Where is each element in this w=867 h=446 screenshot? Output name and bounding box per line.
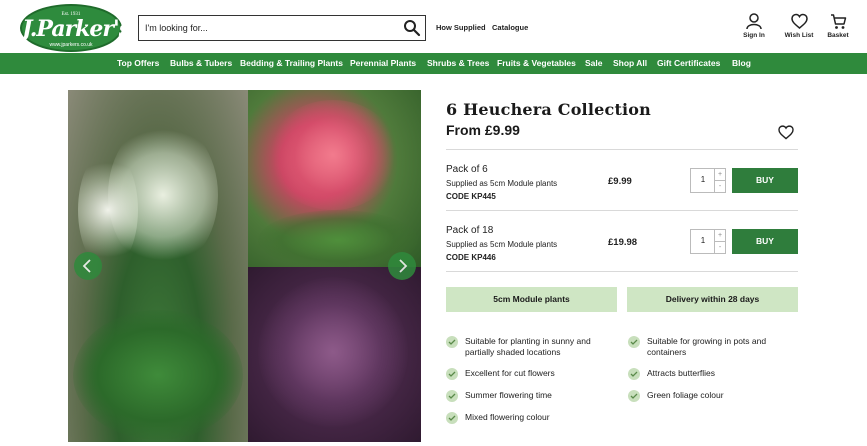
quantity-increase-button[interactable]: + (714, 230, 725, 242)
check-icon (446, 368, 458, 380)
logo-name: J.Parker's (22, 16, 131, 42)
feature-item: Excellent for cut flowers (446, 368, 616, 380)
nav-shop-all[interactable]: Shop All (613, 58, 647, 68)
feature-item: Attracts butterflies (628, 368, 798, 380)
product-image-gallery[interactable] (68, 90, 421, 442)
logo-url: www.jparkers.co.uk (49, 42, 93, 48)
feature-text: Attracts butterflies (647, 368, 716, 378)
wish-list-button[interactable]: Wish List (782, 13, 816, 39)
nav-fruits-vegetables[interactable]: Fruits & Vegetables (497, 58, 576, 68)
how-supplied-link[interactable]: How Supplied (436, 23, 486, 32)
quantity-value[interactable]: 1 (691, 236, 715, 245)
nav-bulbs-tubers[interactable]: Bulbs & Tubers (170, 58, 232, 68)
nav-top-offers[interactable]: Top Offers (117, 58, 159, 68)
divider (446, 149, 798, 150)
buy-button[interactable]: BUY (732, 229, 798, 254)
feature-text: Suitable for growing in pots and (647, 336, 767, 346)
feature-text: Summer flowering time (465, 390, 552, 400)
search-input[interactable] (139, 16, 389, 40)
chevron-left-icon (82, 259, 91, 273)
pack-option-6: Pack of 6 Supplied as 5cm Module plants … (446, 164, 798, 214)
basket-icon (830, 14, 846, 29)
nav-perennial-plants[interactable]: Perennial Plants (350, 58, 416, 68)
main-nav: Top Offers Bulbs & Tubers Bedding & Trai… (0, 53, 867, 74)
quantity-decrease-button[interactable]: - (714, 181, 725, 193)
heuchera-pink-image (248, 90, 421, 270)
check-icon (628, 336, 640, 348)
sign-in-button[interactable]: Sign In (741, 13, 767, 39)
search-box (138, 15, 426, 41)
check-icon (446, 390, 458, 402)
check-icon (628, 390, 640, 402)
user-icon (746, 13, 762, 30)
feature-text: partially shaded locations (465, 347, 561, 357)
pack-name: Pack of 18 (446, 225, 494, 236)
feature-item: Mixed flowering colour (446, 412, 616, 424)
check-icon (446, 412, 458, 424)
nav-shrubs-trees[interactable]: Shrubs & Trees (427, 58, 489, 68)
catalogue-link[interactable]: Catalogue (492, 23, 528, 32)
check-icon (628, 368, 640, 380)
basket-button[interactable]: Basket (825, 13, 851, 39)
pack-code: CODE KP446 (446, 253, 496, 262)
feature-text: Green foliage colour (647, 390, 724, 400)
quantity-stepper[interactable]: 1 + - (690, 229, 726, 254)
feature-item: Suitable for growing in pots and contain… (628, 336, 798, 360)
feature-text: Excellent for cut flowers (465, 368, 555, 378)
jparkers-logo[interactable]: Est. 1931 J.Parker's www.jparkers.co.uk (20, 4, 131, 52)
sign-in-label: Sign In (743, 32, 765, 39)
pack-price: £19.98 (608, 237, 638, 248)
feature-text: Mixed flowering colour (465, 412, 550, 422)
wish-list-label: Wish List (784, 32, 814, 39)
feature-text: Suitable for planting in sunny and (465, 336, 591, 346)
product-title: 6 Heuchera Collection (446, 100, 652, 119)
quantity-decrease-button[interactable]: - (714, 242, 725, 254)
divider (446, 271, 798, 272)
pack-price: £9.99 (608, 176, 632, 187)
nav-sale[interactable]: Sale (585, 58, 603, 68)
check-icon (446, 336, 458, 348)
delivery-badge: Delivery within 28 days (627, 287, 798, 312)
feature-item: Summer flowering time (446, 390, 616, 402)
gallery-next-button[interactable] (388, 252, 416, 280)
buy-button[interactable]: BUY (732, 168, 798, 193)
feature-item: Green foliage colour (628, 390, 798, 402)
gallery-prev-button[interactable] (74, 252, 102, 280)
quantity-value[interactable]: 1 (691, 175, 715, 184)
divider (446, 210, 798, 211)
quantity-increase-button[interactable]: + (714, 169, 725, 181)
pack-name: Pack of 6 (446, 164, 488, 175)
site-header: Est. 1931 J.Parker's www.jparkers.co.uk … (0, 0, 867, 53)
module-plants-badge: 5cm Module plants (446, 287, 617, 312)
pack-supplied: Supplied as 5cm Module plants (446, 240, 558, 249)
pack-code: CODE KP445 (446, 192, 496, 201)
basket-label: Basket (827, 32, 849, 39)
add-to-wishlist-heart-icon[interactable] (778, 125, 794, 140)
nav-bedding-trailing[interactable]: Bedding & Trailing Plants (240, 58, 343, 68)
pack-supplied: Supplied as 5cm Module plants (446, 179, 558, 188)
from-price: From £9.99 (446, 122, 520, 138)
feature-item: Suitable for planting in sunny and parti… (446, 336, 616, 360)
quantity-stepper[interactable]: 1 + - (690, 168, 726, 193)
pack-option-18: Pack of 18 Supplied as 5cm Module plants… (446, 225, 798, 275)
chevron-right-icon (399, 259, 408, 273)
nav-blog[interactable]: Blog (732, 58, 751, 68)
nav-gift-certificates[interactable]: Gift Certificates (657, 58, 720, 68)
search-icon[interactable] (403, 19, 421, 37)
heart-icon (790, 13, 808, 29)
feature-text: containers (647, 347, 687, 357)
heuchera-purple-image (248, 267, 421, 442)
